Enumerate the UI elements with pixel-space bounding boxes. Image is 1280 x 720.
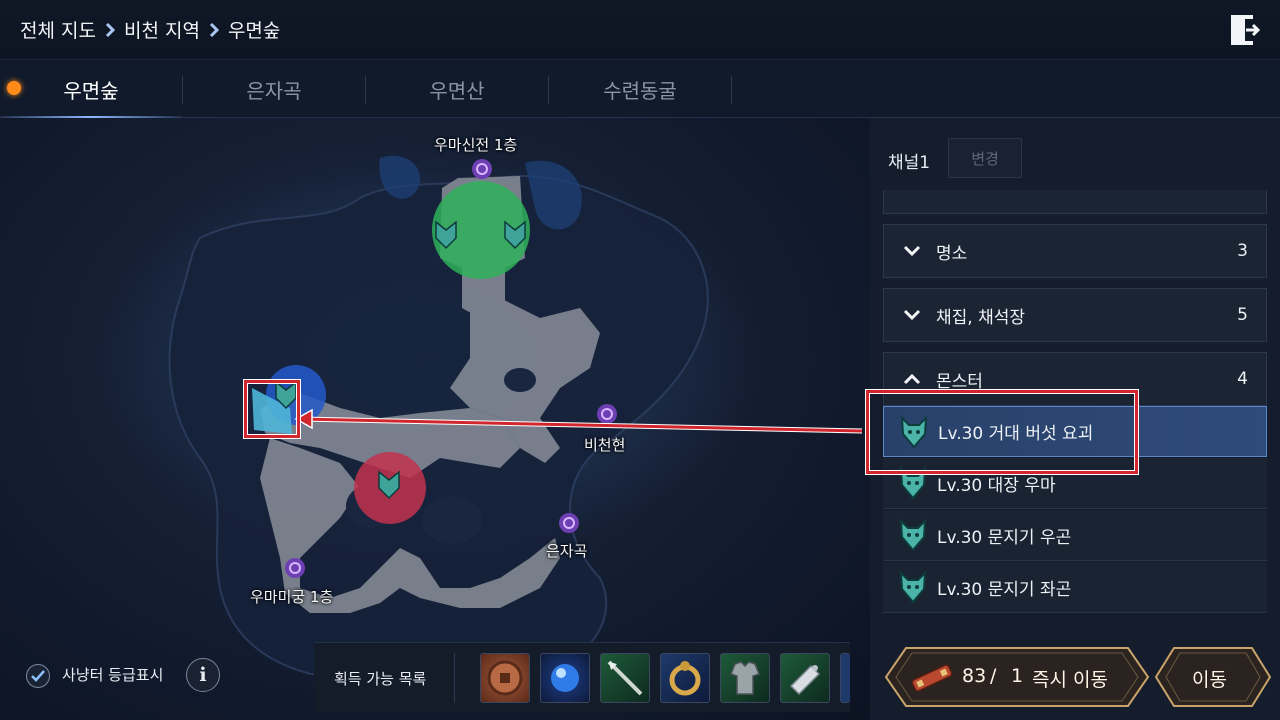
portal-icon[interactable] [285, 558, 305, 578]
category-count: 3 [1237, 241, 1248, 261]
check-icon [31, 670, 45, 682]
breadcrumb-area: 우면숲 [227, 20, 281, 42]
tab-umyeonsan[interactable]: 우면산 [366, 60, 548, 118]
chevron-down-icon [903, 245, 921, 257]
move-label: 이동 [1192, 669, 1227, 691]
map-label-eunjagok: 은자곡 [546, 542, 588, 560]
tab-divider [731, 76, 732, 104]
tab-eunjagok[interactable]: 은자곡 [183, 60, 365, 118]
loot-divider [454, 653, 455, 703]
portal-icon[interactable] [472, 159, 492, 179]
top-bar: 전체 지도 비천 지역 우면숲 [0, 0, 1280, 60]
chevron-down-icon [903, 309, 921, 321]
monster-head-icon [899, 570, 927, 604]
monster-label: Lv.30 문지기 우곤 [937, 527, 1072, 548]
monster-item-gatekeeper-ugon[interactable]: Lv.30 문지기 우곤 [883, 510, 1267, 561]
map-label-bicheon: 비천현 [584, 436, 626, 454]
breadcrumb-region[interactable]: 비천 지역 [124, 16, 200, 43]
category-landmarks[interactable]: 명소 3 [883, 224, 1267, 278]
hunting-grade-checkbox[interactable] [26, 664, 50, 688]
category-count: 5 [1237, 305, 1248, 325]
chevron-up-icon [903, 373, 921, 385]
dragon-ring-icon[interactable] [660, 653, 710, 703]
loot-item-partial[interactable] [840, 653, 850, 703]
spear-icon[interactable] [600, 653, 650, 703]
loot-label: 획득 가능 목록 [334, 670, 427, 688]
info-icon[interactable]: i [186, 658, 220, 692]
map-terrain [100, 155, 863, 691]
armor-icon[interactable] [720, 653, 770, 703]
monster-head-icon [899, 518, 927, 552]
exit-icon[interactable] [1228, 12, 1262, 48]
map-screen: 전체 지도 비천 지역 우면숲 우면숲 은자곡 우면산 수련동굴 우마신전 1층… [0, 0, 1280, 720]
category-gathering[interactable]: 채집, 채석장 5 [883, 288, 1267, 342]
portal-icon[interactable] [559, 513, 579, 533]
move-button[interactable]: 이동 [1154, 646, 1272, 708]
notification-dot [7, 81, 21, 95]
map-label-temple: 우마신전 1층 [434, 136, 518, 154]
breadcrumb: 전체 지도 비천 지역 우면숲 [20, 16, 280, 43]
instant-move-button[interactable]: 83 / 1 즉시 이동 [884, 646, 1150, 708]
category-label: 명소 [936, 243, 968, 264]
scroll-icon[interactable] [780, 653, 830, 703]
map-label-maze: 우마미궁 1층 [250, 588, 334, 606]
teleport-scroll-icon [911, 664, 953, 692]
category-count: 4 [1237, 369, 1248, 389]
change-channel-button[interactable]: 변경 [948, 138, 1022, 178]
monster-label: Lv.30 대장 우마 [937, 475, 1056, 496]
list-highlight-frame [866, 390, 1138, 474]
breadcrumb-world[interactable]: 전체 지도 [20, 16, 96, 43]
chevron-right-icon [96, 22, 124, 38]
category-label: 채집, 채석장 [936, 307, 1026, 328]
list-item-hidden [883, 190, 1267, 214]
loot-list: 획득 가능 목록 [314, 642, 850, 712]
category-label: 몬스터 [936, 371, 983, 392]
tab-suryeon-cave[interactable]: 수련동굴 [549, 60, 731, 118]
channel-label: 채널1 [888, 153, 931, 173]
portal-icon[interactable] [597, 404, 617, 424]
teleport-separator: / [990, 665, 997, 687]
teleport-label: 즉시 이동 [1032, 669, 1108, 691]
chevron-right-icon [200, 22, 228, 38]
blue-orb-icon[interactable] [540, 653, 590, 703]
tab-umyeonsup[interactable]: 우면숲 [0, 60, 182, 119]
world-map[interactable]: 우마신전 1층 비천현 은자곡 우마미궁 1층 [0, 118, 870, 720]
monster-label: Lv.30 문지기 좌곤 [937, 579, 1072, 600]
hunting-grade-label: 사냥터 등급표시 [62, 666, 164, 684]
area-tabs: 우면숲 은자곡 우면산 수련동굴 [0, 60, 1280, 119]
teleport-count: 83 [962, 665, 987, 687]
teleport-cost: 1 [1011, 665, 1024, 687]
coin-icon[interactable] [480, 653, 530, 703]
monster-item-gatekeeper-jwagon[interactable]: Lv.30 문지기 좌곤 [883, 562, 1267, 613]
map-highlight-frame [244, 380, 300, 438]
